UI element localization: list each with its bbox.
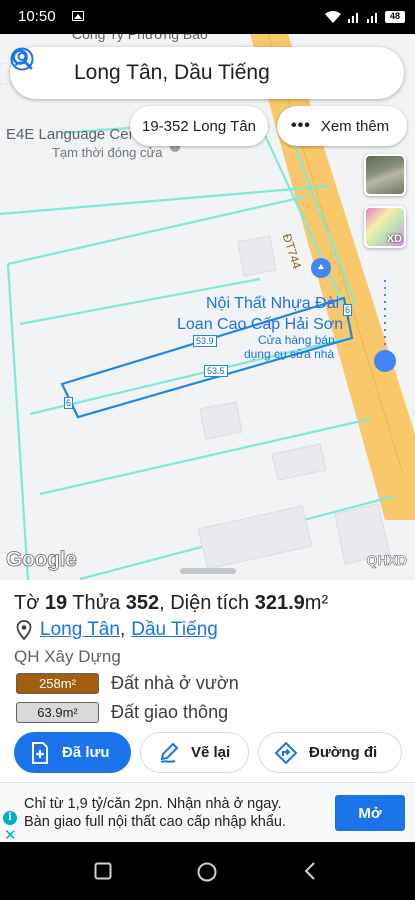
title-mid: Thửa [67,592,126,614]
ad-text-line1: Chỉ từ 1,9 tỷ/căn 2pn. Nhận nhà ở ngay. [24,796,282,812]
redraw-button[interactable]: Vẽ lại [140,732,249,773]
google-logo: Google [6,548,78,572]
draw-icon [160,742,179,763]
zoom-handle [374,350,396,372]
school-status-label: Tạm thời đóng cửa [52,145,163,160]
planning-layer-button[interactable]: XD [364,206,406,248]
more-dots-icon: ••• [291,117,311,134]
edge-label: 6 [64,397,74,409]
lot-chip[interactable]: 19-352 Long Tân [130,106,268,146]
directions-button-label: Đường đi [309,744,378,761]
sheet-number: 19 [44,592,68,614]
area-unit: m² [304,592,329,614]
edge-label: 53.9 [193,335,217,347]
parcel-title: Tờ 19 Thửa 352, Diện tích 321.9m² [14,592,328,615]
land-use-row: 63.9m² Đất giao thông [16,701,228,723]
land-use-row: 258m² Đất nhà ở vườn [16,672,239,694]
ad-open-button[interactable]: Mở [335,795,405,831]
qhxd-logo: QHXD [366,552,407,569]
search-bar[interactable]: Long Tân, Dầu Tiếng [10,47,404,99]
saved-button[interactable]: Đã lưu [14,732,131,773]
school-name-label[interactable]: E4E Language Cen [6,126,137,143]
parcel-info-sheet: Tờ 19 Thửa 352, Diện tích 321.9m² Long T… [0,568,415,782]
store-type-line2: dụng cụ sửa nhà [244,347,335,361]
lot-chip-label: 19-352 Long Tân [142,117,256,135]
search-icon[interactable] [10,47,34,71]
more-chip[interactable]: ••• Xem thêm [277,106,407,146]
sheet-drag-handle[interactable] [180,568,236,574]
edge-label: 6 [343,304,353,316]
company-label: Công Ty Phương Bảo [72,34,208,42]
land-use-area-swatch: 258m² [16,672,99,694]
image-notification-icon [72,11,84,21]
directions-icon [275,741,297,764]
ad-text-line2: Bàn giao full nội thất cao cấp nhập khẩu… [24,814,286,830]
location-row: Long Tân, Dầu Tiếng [16,618,218,642]
land-use-area-swatch: 63.9m² [16,701,99,723]
plan-type-label: QH Xây Dựng [14,647,121,666]
commune-link[interactable]: Long Tân [40,619,120,641]
satellite-layer-button[interactable] [364,154,406,196]
status-time: 10:50 [18,8,56,25]
land-use-label: Đất giao thông [111,701,229,722]
battery-icon: 48 [385,11,405,23]
search-query[interactable]: Long Tân, Dầu Tiếng [74,61,270,85]
home-icon[interactable] [197,862,217,882]
lot-number: 352 [125,592,160,614]
wifi-icon [325,10,341,23]
store-name-line1[interactable]: Nội Thất Nhựa Đài [206,295,339,313]
status-bar: 10:50 48 [0,0,415,34]
saved-button-label: Đã lưu [62,744,110,761]
bookmark-add-icon [32,741,48,764]
title-area-label: , Diện tích [159,592,255,614]
district-link[interactable]: Dầu Tiếng [131,619,218,641]
layer-xd-label: XD [386,233,402,245]
directions-button[interactable]: Đường đi [258,732,402,773]
store-type-line1: Cửa hàng bán [258,333,335,347]
location-separator: , [119,619,126,640]
recents-icon[interactable] [94,862,112,880]
ad-banner[interactable]: i ✕ Chỉ từ 1,9 tỷ/căn 2pn. Nhận nhà ở ng… [0,782,415,844]
ad-info-icon[interactable]: i [3,811,17,825]
status-icons: 48 [324,8,405,26]
redraw-button-label: Vẽ lại [191,744,231,761]
back-icon[interactable] [303,862,317,880]
map-view[interactable]: Công Ty Phương Bảo E4E Language Cen Tạm … [0,34,415,580]
location-pin-icon [16,620,32,640]
signal-icon-2 [367,13,377,23]
edge-label: 53.5 [204,365,228,377]
store-name-line2[interactable]: Loan Cao Cấp Hải Sơn [177,316,343,334]
area-value: 321.9 [254,592,305,614]
more-chip-label: Xem thêm [320,117,390,135]
title-prefix: Tờ [14,592,45,614]
system-nav-bar [0,842,415,900]
land-use-label: Đất nhà ở vườn [111,672,239,693]
signal-icon [348,13,358,23]
